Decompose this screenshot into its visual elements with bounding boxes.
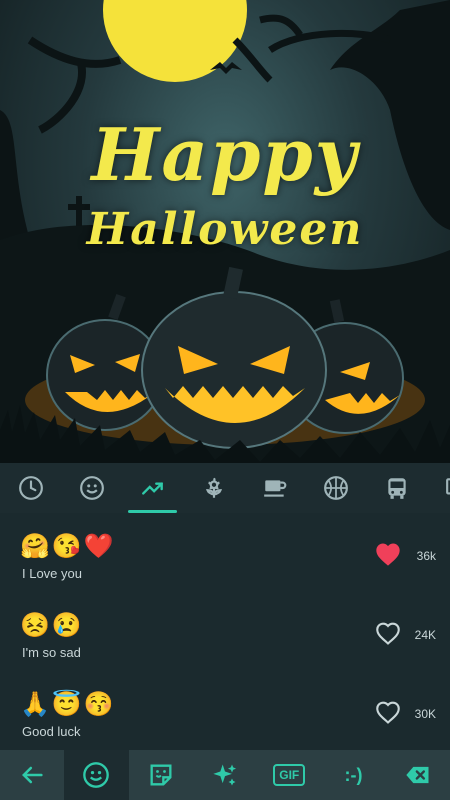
tab-objects[interactable] [427,463,450,513]
kaomoji-label: :-) [344,764,363,785]
smiley-icon [79,476,104,500]
heart-outline-icon[interactable] [374,620,402,646]
sparkles-icon [213,764,237,786]
emoji-folded-hands: 🙏 [20,691,50,718]
bus-icon [387,478,406,499]
like-count: 24K [414,628,436,642]
backspace-icon [406,766,429,784]
like-count: 30K [414,707,436,721]
coffee-cup-icon [263,480,286,497]
sticker-tab-button[interactable] [129,750,193,800]
emoji-combo-list: 🤗 😘 ❤️ I Love you 36k 😣 😢 I'm so sad 24K… [0,513,450,750]
tab-food[interactable] [244,463,305,513]
trending-icon [141,482,163,495]
emoji-hugging: 🤗 [20,533,50,560]
emoji-kissing: 😚 [83,691,114,718]
combo-row[interactable]: 🙏 😇 😚 Good luck 30K [0,671,450,750]
tab-smileys[interactable] [61,463,122,513]
tab-activities[interactable] [305,463,366,513]
back-button[interactable] [0,750,64,800]
tab-nature[interactable] [183,463,244,513]
delete-button[interactable] [386,750,450,800]
emoji-category-tabs [0,463,450,514]
heart-outline-icon[interactable] [374,699,402,725]
combo-row[interactable]: 🤗 😘 ❤️ I Love you 36k [0,513,450,592]
combo-caption: Good luck [22,724,81,739]
gif-tab-button[interactable]: GIF [257,750,321,800]
hero-title-happy: Happy [91,112,359,197]
emoji-halo: 😇 [51,691,82,718]
emoji-kiss: 😘 [51,533,82,560]
magic-tab-button[interactable] [193,750,257,800]
gif-label: GIF [273,764,306,786]
combo-emojis[interactable]: 🤗 😘 ❤️ [20,533,114,561]
keyboard-bottom-toolbar: GIF :-) [0,750,450,800]
keyboard-theme-screen: Happy Halloween 🤗 😘 ❤️ I Love you 36k 😣 … [0,0,450,800]
combo-row[interactable]: 😣 😢 I'm so sad 24K [0,592,450,671]
arrow-left-icon [22,766,43,784]
basketball-icon [323,476,348,500]
halloween-theme-preview: Happy Halloween [0,0,450,463]
kaomoji-tab-button[interactable]: :-) [321,750,385,800]
emoji-tab-button[interactable] [64,750,129,800]
combo-emojis[interactable]: 😣 😢 [20,612,82,640]
tab-travel[interactable] [366,463,427,513]
emoji-heart: ❤️ [83,533,114,560]
tab-recent[interactable] [0,463,61,513]
emoji-persevering: 😣 [20,612,50,639]
smiley-icon [83,762,110,788]
recent-clock-icon [18,476,43,500]
like-count: 36k [416,549,436,563]
flower-icon [205,477,222,498]
sticker-icon [150,764,172,786]
hero-title-halloween: Halloween [86,204,364,255]
tab-trending[interactable] [122,463,183,513]
combo-caption: I'm so sad [22,645,81,660]
combo-caption: I Love you [22,566,82,581]
heart-liked-icon[interactable] [374,541,402,567]
emoji-crying: 😢 [51,612,82,639]
device-icon [445,478,450,495]
combo-emojis[interactable]: 🙏 😇 😚 [20,691,114,719]
